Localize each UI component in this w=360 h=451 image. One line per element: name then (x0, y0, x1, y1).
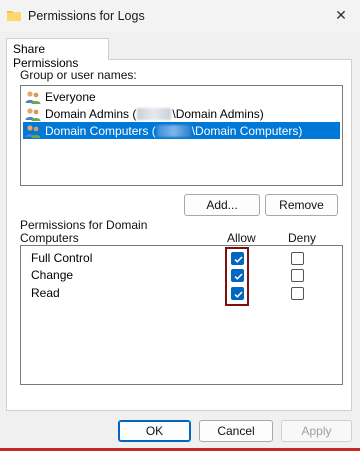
allow-header: Allow (227, 231, 256, 245)
close-button[interactable]: ✕ (326, 2, 356, 28)
list-item-everyone[interactable]: Everyone (23, 88, 340, 105)
deny-change-checkbox[interactable] (291, 269, 304, 282)
perm-label-change: Change (31, 268, 74, 282)
user-name: Everyone (45, 89, 96, 104)
permissions-label-line1: Permissions for Domain (20, 218, 148, 232)
deny-full-control-checkbox[interactable] (291, 252, 304, 265)
user-name-prefix: Domain Admins ( (45, 106, 137, 121)
add-button[interactable]: Add... (184, 194, 260, 216)
group-label: Group or user names: (20, 68, 137, 82)
cancel-button[interactable]: Cancel (199, 420, 273, 442)
redacted-domain (137, 107, 172, 120)
user-name-prefix: Domain Computers ( (45, 123, 156, 138)
ok-button[interactable]: OK (118, 420, 191, 442)
list-item-domain-computers[interactable]: Domain Computers ( \Domain Computers) (23, 122, 340, 139)
user-list[interactable]: Everyone Domain Admins ( \Domain Admins)… (20, 85, 343, 186)
tab-share-permissions[interactable]: Share Permissions (6, 38, 109, 70)
list-item-domain-admins[interactable]: Domain Admins ( \Domain Admins) (23, 105, 340, 122)
perm-label-full-control: Full Control (31, 251, 93, 265)
users-icon (25, 107, 41, 121)
folder-icon (7, 11, 21, 21)
close-icon: ✕ (335, 6, 347, 23)
user-name-suffix: \Domain Admins) (172, 106, 264, 121)
apply-button[interactable]: Apply (281, 420, 352, 442)
allow-column-highlight (225, 247, 249, 306)
users-icon (25, 90, 41, 104)
remove-button[interactable]: Remove (265, 194, 338, 216)
permissions-list: Full Control Change Read (20, 245, 343, 385)
title-bar: Permissions for Logs ✕ (0, 0, 360, 32)
window-title: Permissions for Logs (28, 9, 145, 23)
redacted-domain (156, 124, 191, 137)
users-icon (25, 124, 41, 138)
user-name-suffix: \Domain Computers) (191, 123, 303, 138)
deny-header: Deny (288, 231, 317, 245)
perm-label-read: Read (31, 286, 60, 300)
deny-read-checkbox[interactable] (291, 287, 304, 300)
permissions-label-line2: Computers (20, 231, 79, 245)
